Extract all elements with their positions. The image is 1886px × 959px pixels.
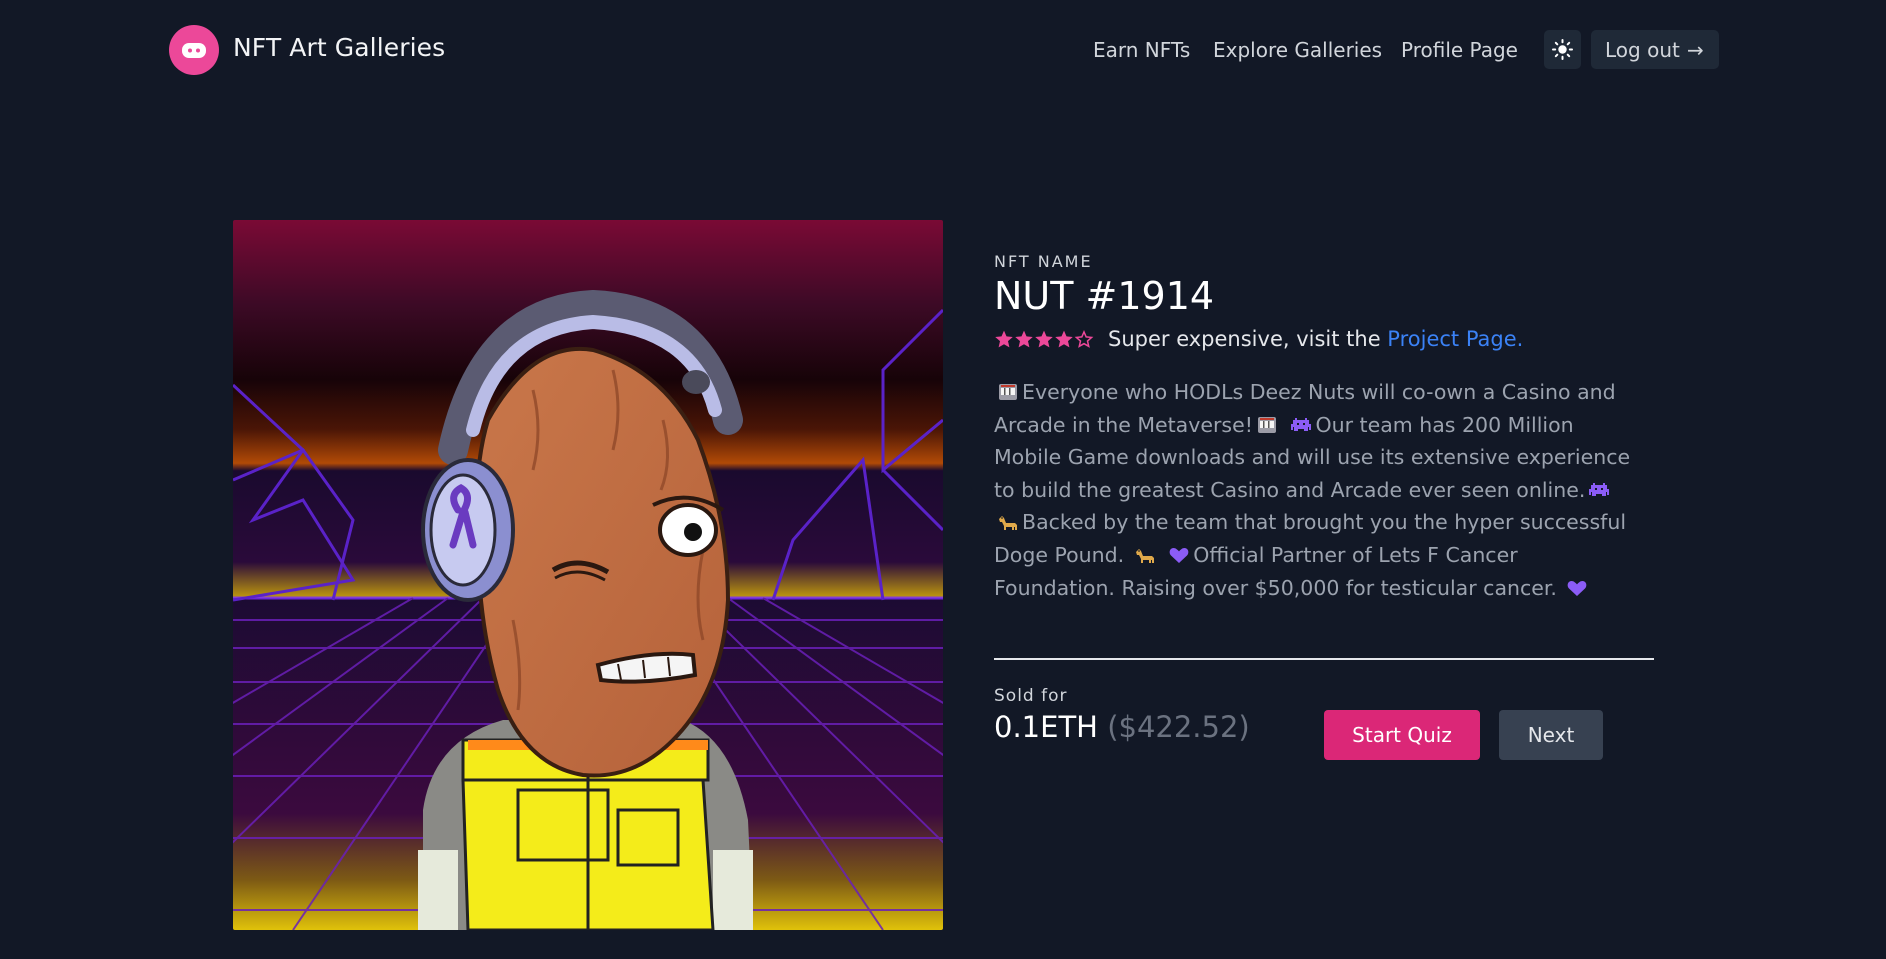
price-usd: ($422.52) xyxy=(1107,710,1250,744)
logout-label: Log out xyxy=(1605,38,1680,62)
logout-button[interactable]: Log out → xyxy=(1591,30,1719,69)
purple-heart-emoji xyxy=(1568,580,1587,596)
top-navbar: NFT Art Galleries Earn NFTs Explore Gall… xyxy=(0,0,1886,100)
brand-title[interactable]: NFT Art Galleries xyxy=(233,33,445,62)
star-outline-icon xyxy=(1074,330,1094,348)
sale-price: 0.1ETH ($422.52) xyxy=(994,710,1250,744)
start-quiz-button[interactable]: Start Quiz xyxy=(1324,710,1480,760)
star-icon xyxy=(995,330,1013,348)
slot-machine-emoji xyxy=(1257,416,1276,433)
nav-explore-galleries[interactable]: Explore Galleries xyxy=(1213,38,1382,62)
star-icon xyxy=(1055,330,1073,348)
nft-artwork-image xyxy=(233,220,943,930)
slot-machine-emoji xyxy=(999,384,1017,400)
price-eth: 0.1ETH xyxy=(994,710,1098,744)
nft-description: Everyone who HODLs Deez Nuts will co-own… xyxy=(994,376,1644,604)
rating-text-prefix: Super expensive, visit the xyxy=(1108,327,1388,351)
nav-profile-page[interactable]: Profile Page xyxy=(1401,38,1518,62)
star-rating xyxy=(994,329,1094,351)
project-page-link[interactable]: Project Page. xyxy=(1387,327,1523,351)
rating-text: Super expensive, visit the Project Page. xyxy=(1108,327,1523,351)
nav-earn-nfts[interactable]: Earn NFTs xyxy=(1093,38,1190,62)
star-icon xyxy=(1015,330,1033,348)
divider xyxy=(994,658,1654,660)
star-icon xyxy=(1035,330,1053,348)
theme-toggle-button[interactable] xyxy=(1544,30,1581,69)
alien-monster-emoji xyxy=(1589,482,1610,496)
next-button[interactable]: Next xyxy=(1499,710,1603,760)
alien-monster-emoji xyxy=(1291,417,1312,431)
logo-icon[interactable] xyxy=(169,25,219,75)
dog-emoji xyxy=(999,516,1017,531)
sold-for-label: Sold for xyxy=(994,686,1068,706)
purple-heart-emoji xyxy=(1169,547,1189,563)
dog-emoji xyxy=(1135,548,1154,563)
sun-icon xyxy=(1552,39,1573,60)
arrow-right-icon: → xyxy=(1687,38,1704,62)
nft-name-label: NFT NAME xyxy=(994,252,1093,271)
nft-title: NUT #1914 xyxy=(994,274,1215,318)
